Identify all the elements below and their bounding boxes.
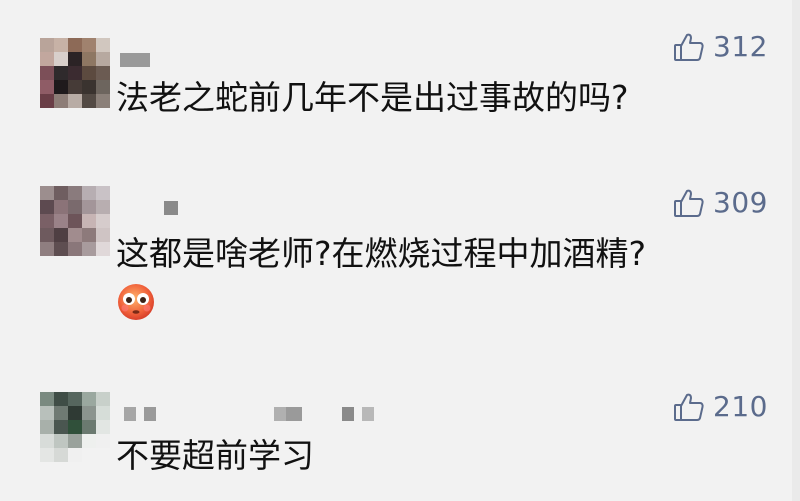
like-button[interactable]: 210 bbox=[673, 390, 768, 423]
like-button[interactable]: 309 bbox=[673, 186, 768, 219]
scrollbar-track[interactable] bbox=[792, 0, 800, 501]
avatar[interactable] bbox=[40, 38, 110, 108]
comment-text: 法老之蛇前几年不是出过事故的吗? bbox=[116, 78, 629, 117]
thumbs-up-icon bbox=[674, 189, 704, 217]
like-count: 312 bbox=[713, 30, 768, 63]
thumbs-up-icon bbox=[674, 33, 704, 61]
comment-text: 不要超前学习 bbox=[116, 436, 314, 475]
username-obscured[interactable] bbox=[120, 52, 158, 68]
flushed-face-emoji bbox=[118, 284, 154, 320]
thumbs-up-icon bbox=[674, 393, 704, 421]
username-obscured[interactable] bbox=[124, 406, 382, 422]
like-count: 210 bbox=[713, 390, 768, 423]
like-count: 309 bbox=[713, 186, 768, 219]
avatar[interactable] bbox=[40, 186, 110, 256]
like-button[interactable]: 312 bbox=[673, 30, 768, 63]
avatar[interactable] bbox=[40, 392, 110, 462]
username-obscured[interactable] bbox=[164, 200, 186, 216]
comment-text: 这都是啥老师?在燃烧过程中加酒精? bbox=[116, 234, 647, 273]
